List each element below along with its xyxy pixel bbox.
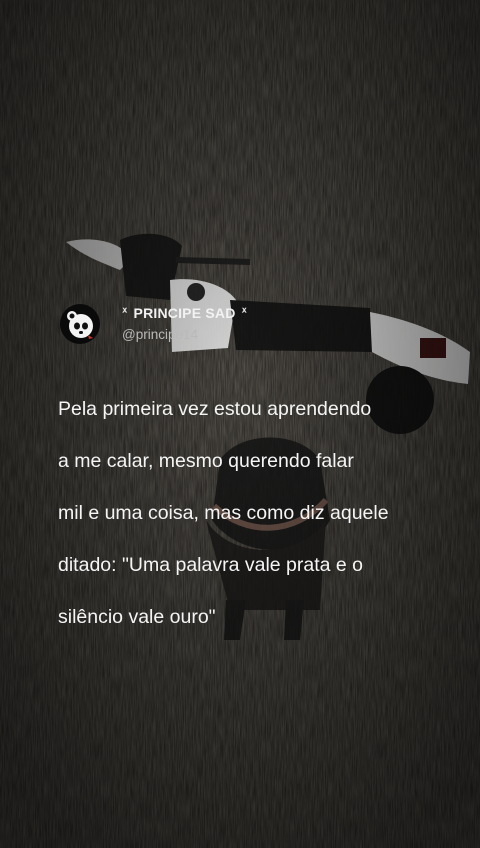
- story-screen: ᕽ PRINCIPE SAD ᕽ @principe14 Pela primei…: [0, 0, 480, 848]
- tweet-line: Pela primeira vez estou aprendendo: [58, 398, 372, 420]
- tweet-body: Pela primeira vez estou aprendendo a me …: [58, 370, 438, 656]
- tweet-line: a me calar, mesmo querendo falar: [58, 450, 354, 472]
- tweet-line: silêncio vale ouro": [58, 606, 216, 628]
- name-decoration-left: ᕽ: [122, 306, 128, 319]
- author-name-text: PRINCIPE SAD: [133, 305, 236, 321]
- panda-avatar-icon[interactable]: [60, 304, 100, 344]
- tweet-header: ᕽ PRINCIPE SAD ᕽ @principe14: [58, 302, 468, 344]
- author-display-name[interactable]: ᕽ PRINCIPE SAD ᕽ: [122, 305, 247, 321]
- tweet-card: ᕽ PRINCIPE SAD ᕽ @principe14 Pela primei…: [58, 302, 468, 656]
- name-decoration-right: ᕽ: [241, 306, 248, 319]
- tweet-author: ᕽ PRINCIPE SAD ᕽ @principe14: [122, 305, 247, 342]
- author-handle[interactable]: @principe14: [122, 327, 247, 342]
- tweet-line: ditado: "Uma palavra vale prata e o: [58, 554, 364, 576]
- tweet-line: mil e uma coisa, mas como diz aquele: [58, 502, 389, 524]
- panda-face-icon: [67, 311, 93, 339]
